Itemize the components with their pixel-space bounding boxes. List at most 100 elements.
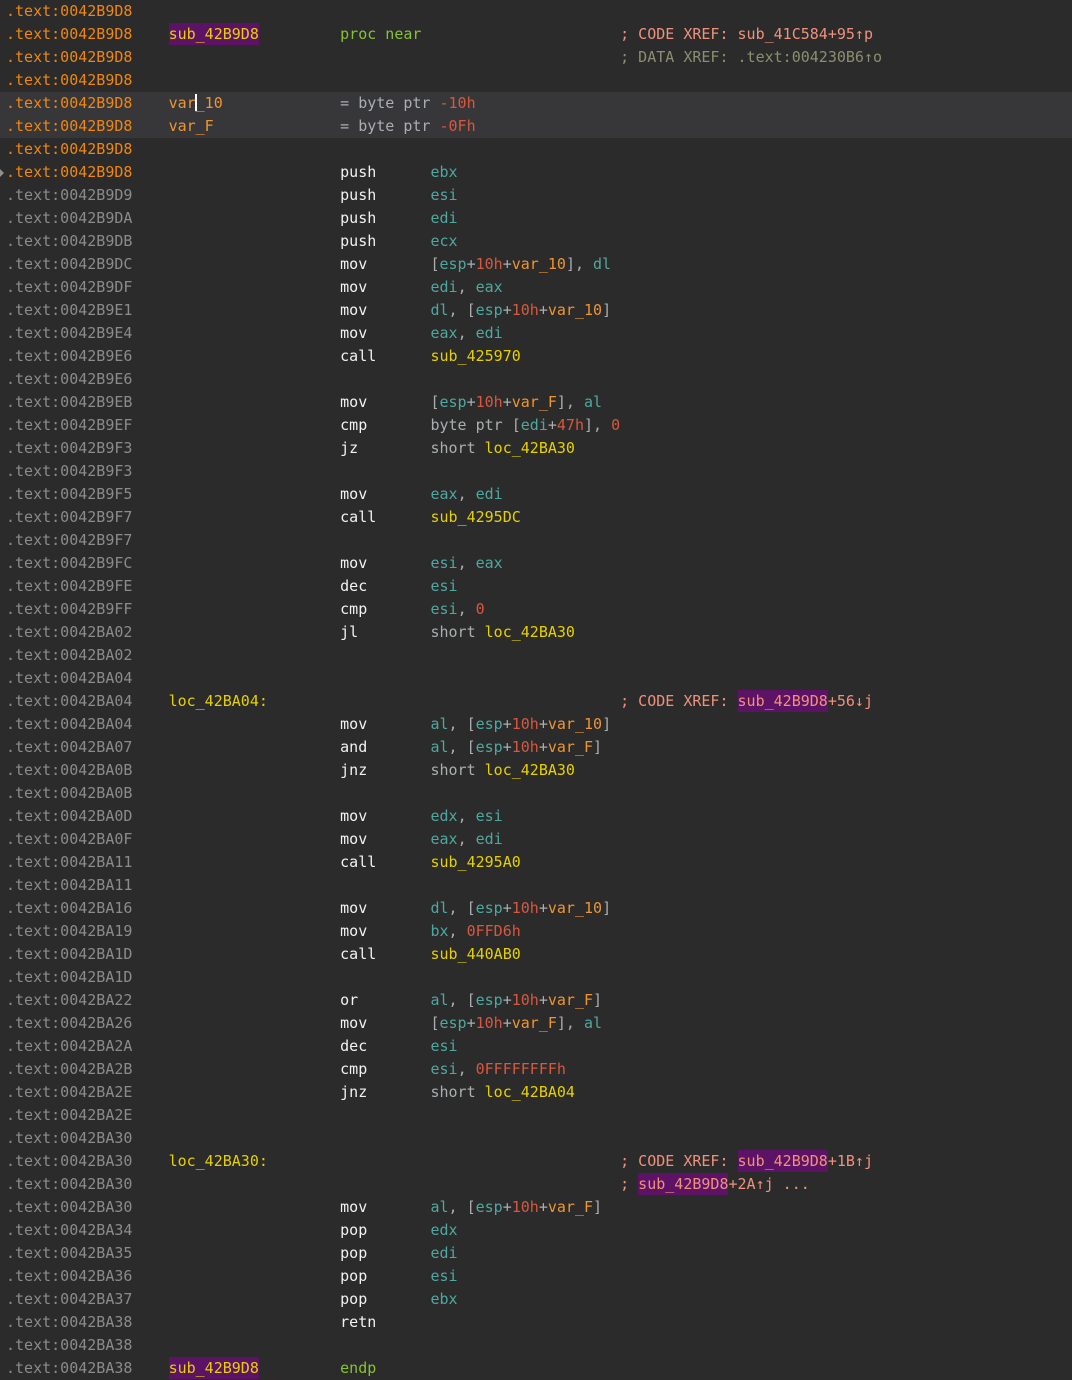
xref-name-highlighted[interactable]: sub_42B9D8	[738, 690, 828, 712]
number-literal[interactable]: 10h	[512, 991, 539, 1009]
address[interactable]: .text:0042BA34	[6, 1221, 132, 1239]
instruction-mnemonic[interactable]: push	[340, 163, 376, 181]
register-operand[interactable]: eax	[476, 554, 503, 572]
listing-line-59[interactable]: .text:0042BA38	[0, 1334, 1072, 1357]
instruction-mnemonic[interactable]: mov	[340, 301, 367, 319]
register-operand[interactable]: al	[430, 1198, 448, 1216]
listing-line-11[interactable]: .text:0042B9DB push ecx	[0, 230, 1072, 253]
register-operand[interactable]: ebx	[430, 163, 457, 181]
listing-line-9[interactable]: .text:0042B9D9 push esi	[0, 184, 1072, 207]
address[interactable]: .text:0042BA1D	[6, 945, 132, 963]
register-operand[interactable]: eax	[430, 830, 457, 848]
listing-line-24[interactable]: .text:0042B9F7	[0, 529, 1072, 552]
name-label[interactable]: sub_4295A0	[430, 853, 520, 871]
number-literal[interactable]: 10h	[476, 255, 503, 273]
listing-line-49[interactable]: .text:0042BA2E	[0, 1104, 1072, 1127]
name-label[interactable]: sub_4295DC	[430, 508, 520, 526]
listing-line-7[interactable]: .text:0042B9D8	[0, 138, 1072, 161]
register-operand[interactable]: esi	[430, 186, 457, 204]
stack-variable[interactable]: var_F	[548, 1198, 593, 1216]
register-operand[interactable]: edi	[476, 485, 503, 503]
listing-line-41[interactable]: .text:0042BA19 mov bx, 0FFD6h	[0, 920, 1072, 943]
register-operand[interactable]: al	[430, 738, 448, 756]
register-operand[interactable]: al	[584, 393, 602, 411]
listing-line-2[interactable]: .text:0042B9D8 sub_42B9D8 proc near ; CO…	[0, 23, 1072, 46]
listing-line-55[interactable]: .text:0042BA35 pop edi	[0, 1242, 1072, 1265]
instruction-mnemonic[interactable]: mov	[340, 278, 367, 296]
address[interactable]: .text:0042BA36	[6, 1267, 132, 1285]
listing-line-6[interactable]: .text:0042B9D8 var_F = byte ptr -0Fh	[0, 115, 1072, 138]
address[interactable]: .text:0042B9D8	[6, 94, 132, 112]
listing-line-12[interactable]: .text:0042B9DC mov [esp+10h+var_10], dl	[0, 253, 1072, 276]
address[interactable]: .text:0042B9EB	[6, 393, 132, 411]
stack-variable[interactable]: var_F	[169, 117, 214, 135]
address[interactable]: .text:0042BA0B	[6, 761, 132, 779]
code-xref-comment[interactable]: ; CODE XREF:	[620, 692, 737, 710]
instruction-mnemonic[interactable]: pop	[340, 1221, 367, 1239]
listing-line-53[interactable]: .text:0042BA30 mov al, [esp+10h+var_F]	[0, 1196, 1072, 1219]
register-operand[interactable]: edi	[430, 1244, 457, 1262]
instruction-mnemonic[interactable]: mov	[340, 485, 367, 503]
register-operand[interactable]: dl	[430, 301, 448, 319]
address[interactable]: .text:0042B9F3	[6, 439, 132, 457]
instruction-mnemonic[interactable]: mov	[340, 324, 367, 342]
name-label-highlighted[interactable]: sub_42B9D8	[169, 1357, 259, 1379]
instruction-mnemonic[interactable]: mov	[340, 255, 367, 273]
listing-line-48[interactable]: .text:0042BA2E jnz short loc_42BA04	[0, 1081, 1072, 1104]
register-operand[interactable]: esp	[440, 255, 467, 273]
address[interactable]: .text:0042BA19	[6, 922, 132, 940]
register-operand[interactable]: esp	[440, 393, 467, 411]
address[interactable]: .text:0042B9E1	[6, 301, 132, 319]
register-operand[interactable]: edi	[430, 209, 457, 227]
address[interactable]: .text:0042BA22	[6, 991, 132, 1009]
instruction-mnemonic[interactable]: pop	[340, 1290, 367, 1308]
name-label[interactable]: sub_425970	[430, 347, 520, 365]
instruction-mnemonic[interactable]: mov	[340, 393, 367, 411]
number-literal[interactable]: 10h	[512, 738, 539, 756]
name-label[interactable]: loc_42BA30	[485, 761, 575, 779]
number-literal[interactable]: 10h	[512, 899, 539, 917]
instruction-mnemonic[interactable]: dec	[340, 1037, 367, 1055]
register-operand[interactable]: edi	[521, 416, 548, 434]
stack-variable[interactable]: var_F	[512, 393, 557, 411]
address[interactable]: .text:0042B9D8	[6, 48, 132, 66]
number-literal[interactable]: 47h	[557, 416, 584, 434]
number-literal[interactable]: -0Fh	[440, 117, 476, 135]
register-operand[interactable]: esp	[476, 991, 503, 1009]
address[interactable]: .text:0042BA38	[6, 1359, 132, 1377]
stack-variable[interactable]: var_10	[548, 301, 602, 319]
listing-line-10[interactable]: .text:0042B9DA push edi	[0, 207, 1072, 230]
register-operand[interactable]: al	[584, 1014, 602, 1032]
address[interactable]: .text:0042BA30	[6, 1198, 132, 1216]
listing-line-60[interactable]: .text:0042BA38 sub_42B9D8 endp	[0, 1357, 1072, 1380]
listing-line-18[interactable]: .text:0042B9EB mov [esp+10h+var_F], al	[0, 391, 1072, 414]
stack-variable[interactable]: var_10	[548, 715, 602, 733]
listing-line-28[interactable]: .text:0042BA02 jl short loc_42BA30	[0, 621, 1072, 644]
instruction-mnemonic[interactable]: mov	[340, 715, 367, 733]
instruction-mnemonic[interactable]: push	[340, 186, 376, 204]
instruction-mnemonic[interactable]: and	[340, 738, 367, 756]
register-operand[interactable]: al	[430, 715, 448, 733]
address[interactable]: .text:0042BA04	[6, 715, 132, 733]
listing-line-21[interactable]: .text:0042B9F3	[0, 460, 1072, 483]
xref-name-highlighted[interactable]: sub_42B9D8	[638, 1173, 728, 1195]
address[interactable]: .text:0042B9D8	[6, 71, 132, 89]
register-operand[interactable]: al	[430, 991, 448, 1009]
instruction-mnemonic[interactable]: call	[340, 945, 376, 963]
address[interactable]: .text:0042B9D8	[6, 140, 132, 158]
instruction-mnemonic[interactable]: call	[340, 347, 376, 365]
listing-line-22[interactable]: .text:0042B9F5 mov eax, edi	[0, 483, 1072, 506]
data-xref-comment[interactable]: ; DATA XREF: .text:004230B6↑o	[620, 48, 882, 66]
address[interactable]: .text:0042B9E6	[6, 370, 132, 388]
number-literal[interactable]: 10h	[512, 715, 539, 733]
number-literal[interactable]: 0FFD6h	[467, 922, 521, 940]
address[interactable]: .text:0042BA37	[6, 1290, 132, 1308]
instruction-mnemonic[interactable]: mov	[340, 899, 367, 917]
address[interactable]: .text:0042BA2E	[6, 1083, 132, 1101]
code-xref-comment[interactable]: +2A↑j ...	[728, 1175, 809, 1193]
listing-line-57[interactable]: .text:0042BA37 pop ebx	[0, 1288, 1072, 1311]
address[interactable]: .text:0042BA04	[6, 669, 132, 687]
register-operand[interactable]: eax	[476, 278, 503, 296]
address[interactable]: .text:0042B9DF	[6, 278, 132, 296]
stack-variable[interactable]: var_F	[548, 991, 593, 1009]
